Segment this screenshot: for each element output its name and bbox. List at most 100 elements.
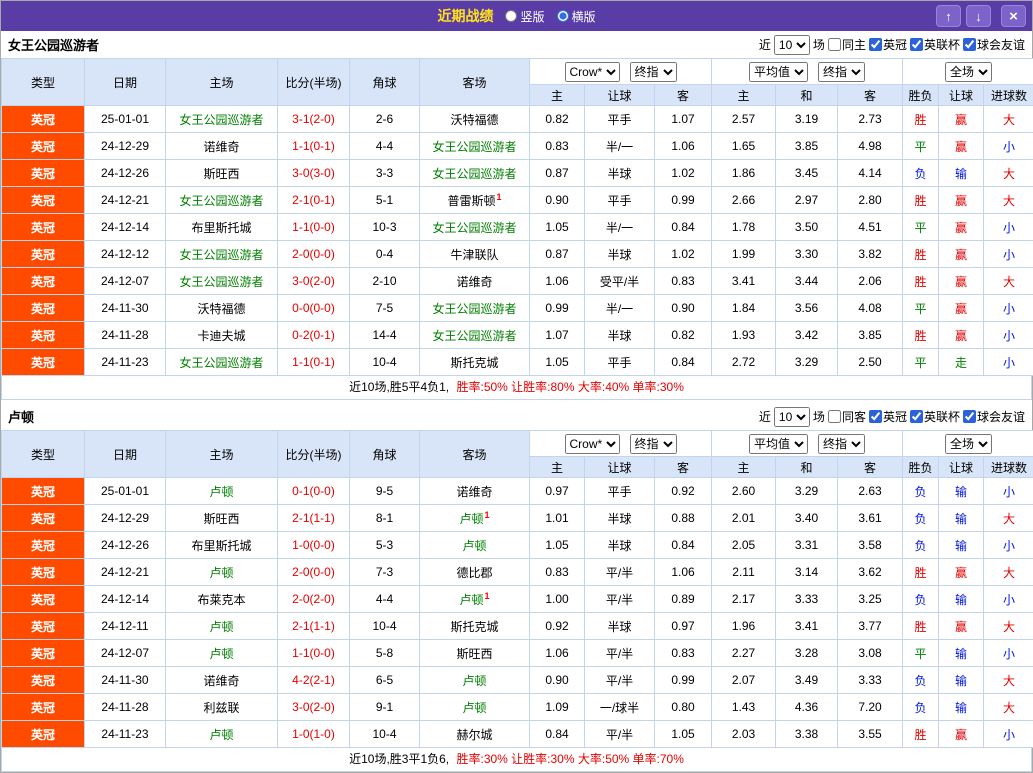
- home-team-link[interactable]: 卢顿: [209, 566, 233, 580]
- avg-odds-draw-cell: 3.42: [776, 322, 838, 349]
- match-count-select[interactable]: 10: [774, 35, 810, 55]
- home-team-link[interactable]: 卢顿: [209, 647, 233, 661]
- home-team-link[interactable]: 布莱克本: [197, 593, 245, 607]
- move-down-button[interactable]: ↓: [966, 5, 991, 27]
- away-team-link[interactable]: 德比郡: [456, 566, 492, 580]
- home-team-link[interactable]: 女王公园巡游者: [179, 113, 263, 127]
- away-team-link[interactable]: 卢顿1: [459, 512, 489, 526]
- home-team-cell: 卢顿: [166, 478, 278, 505]
- away-team-link[interactable]: 女王公园巡游者: [432, 167, 516, 181]
- col-header-away: 客场: [420, 431, 530, 478]
- match-count-select[interactable]: 10: [774, 407, 810, 427]
- league-filter-friendly[interactable]: 球会友谊: [963, 36, 1025, 53]
- home-team-link[interactable]: 女王公园巡游者: [179, 275, 263, 289]
- date-cell: 24-11-30: [85, 667, 166, 694]
- up-arrow-icon: ↑: [945, 9, 952, 24]
- euro-final-index-select[interactable]: 终指: [818, 62, 865, 82]
- handicap-result-cell: 赢: [939, 295, 984, 322]
- asian-final-index-select[interactable]: 终指: [630, 62, 677, 82]
- home-team-link[interactable]: 布里斯托城: [191, 539, 251, 553]
- away-team-link[interactable]: 斯旺西: [456, 647, 492, 661]
- home-team-link[interactable]: 沃特福德: [197, 302, 245, 316]
- away-team-link[interactable]: 女王公园巡游者: [432, 140, 516, 154]
- home-team-link[interactable]: 女王公园巡游者: [179, 248, 263, 262]
- avg-odds-home-cell: 2.72: [712, 349, 776, 376]
- layout-radio-horizontal[interactable]: 横版: [557, 8, 596, 25]
- horizontal-layout-radio[interactable]: [557, 10, 569, 22]
- away-team-link[interactable]: 普雷斯顿1: [447, 194, 501, 208]
- average-select[interactable]: 平均值: [749, 434, 808, 454]
- league-filter-championship[interactable]: 英冠: [869, 408, 907, 425]
- home-team-link[interactable]: 卢顿: [209, 728, 233, 742]
- home-team-link[interactable]: 利兹联: [203, 701, 239, 715]
- same-venue-checkbox[interactable]: [828, 410, 841, 423]
- scope-select[interactable]: 全场: [945, 434, 992, 454]
- away-team-link[interactable]: 诺维奇: [456, 275, 492, 289]
- col-header-corners: 角球: [350, 431, 420, 478]
- friendly-checkbox[interactable]: [963, 38, 976, 51]
- away-team-link[interactable]: 沃特福德: [450, 113, 498, 127]
- same-venue-filter[interactable]: 同客: [828, 408, 866, 425]
- vertical-layout-radio[interactable]: [505, 10, 517, 22]
- home-team-link[interactable]: 斯旺西: [203, 167, 239, 181]
- layout-radio-vertical[interactable]: 竖版: [505, 8, 544, 25]
- away-team-link[interactable]: 女王公园巡游者: [432, 329, 516, 343]
- section-header: 卢顿 近 10 场 同客 英冠 英联杯 球会: [1, 403, 1032, 430]
- league-filter-efl-cup[interactable]: 英联杯: [910, 36, 960, 53]
- avg-odds-home-cell: 1.86: [712, 160, 776, 187]
- home-team-link[interactable]: 斯旺西: [203, 512, 239, 526]
- away-team-link[interactable]: 女王公园巡游者: [432, 221, 516, 235]
- col-header-wdl: 胜负: [903, 457, 939, 478]
- asian-odds-away-cell: 0.97: [655, 613, 712, 640]
- same-venue-filter[interactable]: 同主: [828, 36, 866, 53]
- home-team-link[interactable]: 诺维奇: [203, 140, 239, 154]
- efl-cup-checkbox[interactable]: [910, 410, 923, 423]
- over-under-cell: 大: [984, 187, 1033, 214]
- home-team-link[interactable]: 女王公园巡游者: [179, 194, 263, 208]
- euro-final-index-select[interactable]: 终指: [818, 434, 865, 454]
- away-team-link[interactable]: 卢顿: [462, 539, 486, 553]
- asian-final-index-select[interactable]: 终指: [630, 434, 677, 454]
- away-team-link[interactable]: 卢顿: [462, 674, 486, 688]
- asian-odds-home-cell: 1.09: [530, 694, 585, 721]
- away-team-link[interactable]: 女王公园巡游者: [432, 302, 516, 316]
- scope-select[interactable]: 全场: [945, 62, 992, 82]
- home-team-link[interactable]: 卢顿: [209, 620, 233, 634]
- bookmaker-select[interactable]: Crow*: [565, 62, 620, 82]
- away-team-link[interactable]: 斯托克城: [450, 620, 498, 634]
- friendly-checkbox[interactable]: [963, 410, 976, 423]
- avg-odds-home-cell: 2.57: [712, 106, 776, 133]
- bookmaker-select[interactable]: Crow*: [565, 434, 620, 454]
- away-team-link[interactable]: 卢顿1: [459, 593, 489, 607]
- championship-checkbox[interactable]: [869, 38, 882, 51]
- league-cell: 英冠: [2, 241, 85, 268]
- championship-checkbox[interactable]: [869, 410, 882, 423]
- average-select[interactable]: 平均值: [749, 62, 808, 82]
- away-team-link[interactable]: 赫尔城: [456, 728, 492, 742]
- home-team-link[interactable]: 女王公园巡游者: [179, 356, 263, 370]
- home-team-link[interactable]: 卢顿: [209, 485, 233, 499]
- league-filter-efl-cup[interactable]: 英联杯: [910, 408, 960, 425]
- move-up-button[interactable]: ↑: [936, 5, 961, 27]
- home-team-cell: 女王公园巡游者: [166, 268, 278, 295]
- away-team-link[interactable]: 斯托克城: [450, 356, 498, 370]
- home-team-link[interactable]: 诺维奇: [203, 674, 239, 688]
- away-team-link[interactable]: 牛津联队: [450, 248, 498, 262]
- home-team-link[interactable]: 卡迪夫城: [197, 329, 245, 343]
- away-team-link[interactable]: 卢顿: [462, 701, 486, 715]
- league-filter-friendly[interactable]: 球会友谊: [963, 408, 1025, 425]
- recent-results-panel: 近期战绩 竖版 横版 ↑ ↓ × 女王公园巡游者 近 10 场 同主: [0, 0, 1033, 773]
- wdl-result-cell: 负: [903, 505, 939, 532]
- avg-odds-away-cell: 3.62: [838, 559, 903, 586]
- league-cell: 英冠: [2, 478, 85, 505]
- team-section-qpr: 女王公园巡游者 近 10 场 同主 英冠 英联杯: [1, 31, 1032, 400]
- same-venue-checkbox[interactable]: [828, 38, 841, 51]
- close-button[interactable]: ×: [1001, 5, 1026, 27]
- efl-cup-checkbox[interactable]: [910, 38, 923, 51]
- match-row: 英冠 24-12-12 女王公园巡游者 2-0(0-0) 0-4 牛津联队 0.…: [2, 241, 1033, 268]
- home-team-link[interactable]: 布里斯托城: [191, 221, 251, 235]
- away-team-link[interactable]: 诺维奇: [456, 485, 492, 499]
- home-team-cell: 斯旺西: [166, 505, 278, 532]
- league-filter-championship[interactable]: 英冠: [869, 36, 907, 53]
- date-cell: 24-12-11: [85, 613, 166, 640]
